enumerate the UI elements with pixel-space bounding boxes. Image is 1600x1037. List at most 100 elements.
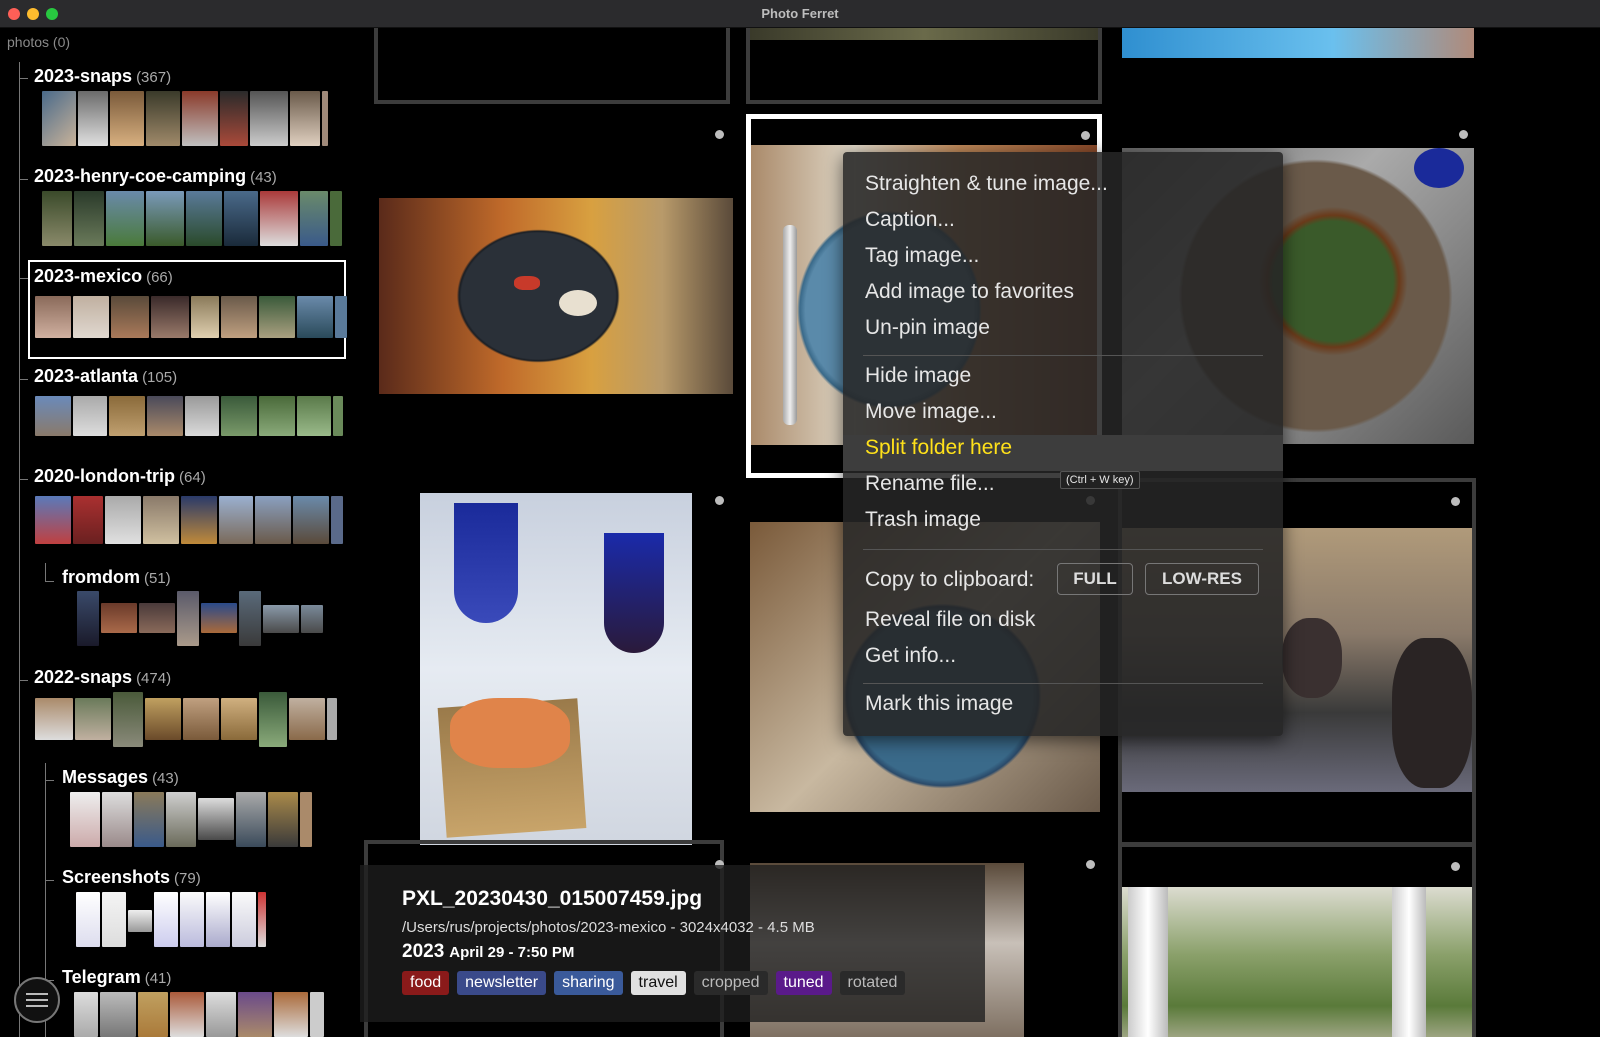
photo-thumbnail[interactable] [78,91,108,146]
photo-image[interactable] [1122,887,1472,1037]
photo-thumbnail[interactable] [146,91,180,146]
photo-thumbnail[interactable] [259,296,295,338]
photo-thumbnail[interactable] [102,892,126,947]
pin-dot-icon[interactable] [715,496,724,505]
photo-thumbnail[interactable] [177,591,199,646]
folder-item[interactable]: 2022-snaps (474) [34,667,171,688]
menu-item-trash[interactable]: Trash image [865,508,981,532]
folder-item[interactable]: fromdom (51) [62,567,171,588]
folder-item[interactable]: 2023-atlanta (105) [34,366,177,387]
photo-thumbnail[interactable] [206,892,230,947]
photo-frame[interactable] [374,28,730,104]
pin-dot-icon[interactable] [1459,130,1468,139]
thumbnail-strip[interactable] [42,91,328,146]
menu-item-reveal[interactable]: Reveal file on disk [865,608,1035,632]
photo-thumbnail[interactable] [73,296,109,338]
photo-thumbnail[interactable] [76,892,100,947]
menu-item-mark[interactable]: Mark this image [865,692,1013,716]
photo-thumbnail[interactable] [260,191,298,246]
photo-thumbnail[interactable] [147,396,183,436]
photo-thumbnail[interactable] [182,91,218,146]
photo-thumbnail[interactable] [145,698,181,740]
photo-thumbnail[interactable] [221,296,257,338]
tag-tuned[interactable]: tuned [775,971,832,995]
photo-thumbnail[interactable] [322,91,328,146]
pin-dot-icon[interactable] [715,130,724,139]
photo-thumbnail[interactable] [293,496,329,544]
pin-dot-icon[interactable] [1086,860,1095,869]
photo-thumbnail[interactable] [143,496,179,544]
photo-thumbnail[interactable] [181,496,217,544]
photo-thumbnail[interactable] [221,698,257,740]
photo-thumbnail[interactable] [220,91,248,146]
photo-thumbnail[interactable] [106,191,144,246]
photo-thumbnail[interactable] [113,692,143,747]
photo-thumbnail[interactable] [206,992,236,1037]
menu-item-straighten[interactable]: Straighten & tune image... [865,172,1108,196]
photo-thumbnail[interactable] [239,591,261,646]
tag-newsletter[interactable]: newsletter [457,971,547,995]
photo-thumbnail[interactable] [258,892,266,947]
photo-thumbnail[interactable] [300,792,312,847]
photo-thumbnail[interactable] [330,191,342,246]
photo-thumbnail[interactable] [219,496,253,544]
photo-thumbnail[interactable] [221,396,257,436]
menu-item-move[interactable]: Move image... [865,400,997,424]
photo-thumbnail[interactable] [35,496,71,544]
photo-thumbnail[interactable] [259,396,295,436]
photo-thumbnail[interactable] [186,191,222,246]
photo-frame[interactable] [1118,843,1476,1037]
thumbnail-strip[interactable] [35,396,343,436]
pin-dot-icon[interactable] [1081,131,1090,140]
menu-item-get-info[interactable]: Get info... [865,644,956,668]
tag-food[interactable]: food [402,971,450,995]
pin-dot-icon[interactable] [1451,497,1460,506]
tag-sharing[interactable]: sharing [554,971,623,995]
photo-thumbnail[interactable] [290,91,320,146]
menu-item-tag[interactable]: Tag image... [865,244,979,268]
copy-full-button[interactable]: FULL [1057,563,1133,595]
folder-item[interactable]: 2023-snaps (367) [34,66,171,87]
thumbnail-strip[interactable] [35,496,343,544]
photo-image[interactable] [1122,28,1474,58]
menu-item-rename[interactable]: Rename file... [865,472,995,496]
photo-frame[interactable] [746,28,1102,104]
photo-thumbnail[interactable] [300,191,328,246]
photo-thumbnail[interactable] [73,496,103,544]
photo-thumbnail[interactable] [138,992,168,1037]
photo-image[interactable] [379,198,733,394]
photo-thumbnail[interactable] [100,992,136,1037]
photo-thumbnail[interactable] [139,603,175,633]
photo-thumbnail[interactable] [110,91,144,146]
root-folder-label[interactable]: photos (0) [7,34,70,50]
folder-item[interactable]: 2020-london-trip (64) [34,466,206,487]
photo-thumbnail[interactable] [238,992,272,1037]
photo-thumbnail[interactable] [128,910,152,932]
photo-thumbnail[interactable] [73,396,107,436]
thumbnail-strip[interactable] [74,992,324,1037]
folder-item[interactable]: Messages (43) [62,767,179,788]
menu-item-unpin[interactable]: Un-pin image [865,316,990,340]
copy-lowres-button[interactable]: LOW-RES [1145,563,1259,595]
photo-thumbnail[interactable] [77,591,99,646]
photo-thumbnail[interactable] [180,892,204,947]
thumbnail-strip[interactable] [77,591,323,646]
photo-thumbnail[interactable] [274,992,308,1037]
photo-thumbnail[interactable] [335,296,347,338]
photo-thumbnail[interactable] [42,191,72,246]
tag-travel[interactable]: travel [630,971,686,995]
photo-thumbnail[interactable] [75,698,111,740]
photo-thumbnail[interactable] [74,191,104,246]
folder-item[interactable]: 2023-henry-coe-camping (43) [34,166,277,187]
photo-thumbnail[interactable] [35,296,71,338]
photo-thumbnail[interactable] [111,296,149,338]
photo-thumbnail[interactable] [74,992,98,1037]
thumbnail-strip[interactable] [42,191,342,246]
thumbnail-strip[interactable] [76,892,266,947]
photo-image[interactable] [750,28,1098,40]
photo-thumbnail[interactable] [310,992,324,1037]
thumbnail-strip[interactable] [35,692,337,747]
photo-thumbnail[interactable] [297,396,331,436]
photo-thumbnail[interactable] [191,296,219,338]
photo-thumbnail[interactable] [259,692,287,747]
